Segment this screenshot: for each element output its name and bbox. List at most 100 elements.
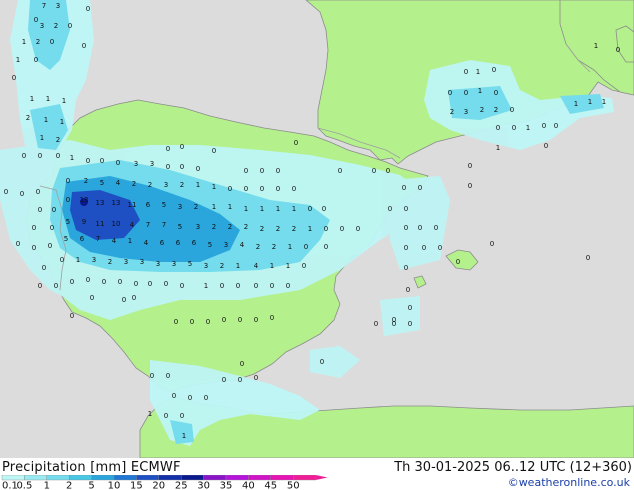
precip-value-label: 0: [308, 205, 312, 213]
precip-value-label: 3: [204, 262, 208, 270]
precip-value-label: 7: [42, 2, 46, 10]
precip-value-label: 0: [544, 142, 548, 150]
precip-value-label: 0: [70, 278, 74, 286]
precip-value-label: 0: [100, 157, 104, 165]
precip-value-label: 0: [392, 320, 396, 328]
precip-value-label: 3: [178, 203, 182, 211]
color-scale-box: [225, 475, 249, 481]
precip-value-label: 0: [468, 162, 472, 170]
precip-value-label: 0: [586, 254, 590, 262]
precip-value-label: 2: [148, 181, 152, 189]
precip-value-label: 1: [128, 237, 132, 245]
title-model: ECMWF: [130, 460, 181, 475]
color-scale-box: [91, 475, 115, 481]
precip-value-label: 3: [164, 181, 168, 189]
precip-value-label: 3: [92, 256, 96, 264]
precip-value-label: 0: [86, 5, 90, 13]
color-scale-tick-label: 15: [130, 481, 143, 490]
precip-value-label: 0: [222, 316, 226, 324]
precip-value-label: 0: [66, 177, 70, 185]
precip-value-label: 0: [616, 46, 620, 54]
precip-value-label: 3: [40, 22, 44, 30]
precip-value-label: 3: [140, 258, 144, 266]
title-label: Precipitation [mm]: [2, 460, 127, 475]
precip-value-label: 1: [594, 42, 598, 50]
precip-value-label: 1: [476, 68, 480, 76]
precip-value-label: 0: [16, 240, 20, 248]
precip-value-label: 0: [260, 185, 264, 193]
precip-value-label: 6: [192, 239, 197, 247]
color-scale-arrow: [315, 475, 328, 480]
color-scale-tick-label: 30: [197, 481, 210, 490]
precip-value-label: 6: [176, 239, 181, 247]
precip-value-label: 1: [22, 38, 26, 46]
color-scale-tick-label: 5: [88, 481, 94, 490]
precip-value-label: 1: [40, 134, 44, 142]
precip-value-label: 3: [196, 223, 200, 231]
precip-value-label: 0: [372, 167, 376, 175]
precip-value-label: 0: [190, 318, 194, 326]
precip-value-label: 0: [468, 182, 472, 190]
precip-value-label: 5: [100, 179, 104, 187]
precip-value-label: 2: [480, 106, 484, 114]
precip-value-label: 1: [60, 118, 64, 126]
precip-value-label: 0: [206, 318, 210, 326]
precip-value-label: 0: [86, 276, 90, 284]
precip-value-label: 0: [386, 167, 390, 175]
precip-value-label: 0: [134, 280, 138, 288]
precip-value-label: 2: [54, 22, 58, 30]
precip-value-label: 2: [260, 225, 264, 233]
precip-value-label: 0: [404, 224, 408, 232]
precip-value-label: 0: [82, 42, 86, 50]
map-canvas: 7 3 003 2 01 2 0 01 001 1 12 1 11 20 0 0 1 0 0 0 3 30 00 0 000 0 0…: [0, 0, 634, 458]
precip-value-label: 3: [464, 108, 468, 116]
map-title: Precipitation [mm] ECMWF: [2, 460, 181, 475]
credit-link[interactable]: ©weatheronline.co.uk: [508, 476, 630, 489]
precip-value-label: 1: [236, 262, 240, 270]
precip-value-label: 0: [404, 264, 408, 272]
precip-value-label: 2: [26, 114, 30, 122]
precip-value-label: 0: [56, 152, 60, 160]
precip-value-label: 0: [148, 280, 152, 288]
precip-value-label: 2: [212, 223, 216, 231]
color-scale-tick-label: 10: [108, 481, 121, 490]
precip-value-label: 1: [286, 262, 290, 270]
precip-value-label: 0: [422, 244, 426, 252]
precip-value-label: 0: [150, 372, 154, 380]
precip-value-label: 1: [602, 98, 606, 106]
precipitation-map: 7300320120010011121112000100033000000000…: [0, 0, 634, 458]
precip-value-label: 2: [244, 223, 248, 231]
precip-value-label: 0: [122, 296, 126, 304]
precip-value-label: 2: [292, 225, 296, 233]
precip-value-label: 0: [238, 376, 242, 384]
color-scale-box: [46, 475, 70, 481]
precip-value-label: 0: [34, 56, 38, 64]
precip-value-label: 3: [56, 2, 60, 10]
precip-value-label: 0: [70, 312, 74, 320]
precip-value-label: 1: [260, 205, 264, 213]
color-scale-tick-label: 40: [242, 481, 255, 490]
color-scale-box: [270, 475, 294, 481]
precip-value-label: 7: [146, 221, 150, 229]
precip-value-label: 0: [236, 282, 240, 290]
precip-value-label: 0: [32, 224, 36, 232]
precip-value-label: 0: [116, 159, 120, 167]
precip-value-label: 0: [270, 282, 274, 290]
precip-value-label: 1: [76, 256, 80, 264]
precip-value-label: 0: [204, 394, 208, 402]
precip-value-label: 5: [162, 201, 166, 209]
precip-value-label: 0: [220, 282, 224, 290]
precip-value-label: 13: [80, 196, 89, 204]
precip-value-label: 1: [70, 154, 74, 162]
color-scale-boxes: [1, 475, 328, 481]
precip-value-label: 0: [172, 392, 176, 400]
precip-value-label: 0: [338, 167, 342, 175]
color-scale-box: [158, 475, 182, 481]
precip-value-label: 0: [494, 89, 498, 97]
precip-value-label: 1: [46, 95, 50, 103]
precip-value-label: 10: [112, 220, 121, 228]
precip-value-label: 0: [324, 243, 328, 251]
color-scale-tick-label: 45: [264, 481, 277, 490]
precip-value-label: 4: [144, 239, 149, 247]
color-scale-tick-label: 20: [152, 481, 165, 490]
